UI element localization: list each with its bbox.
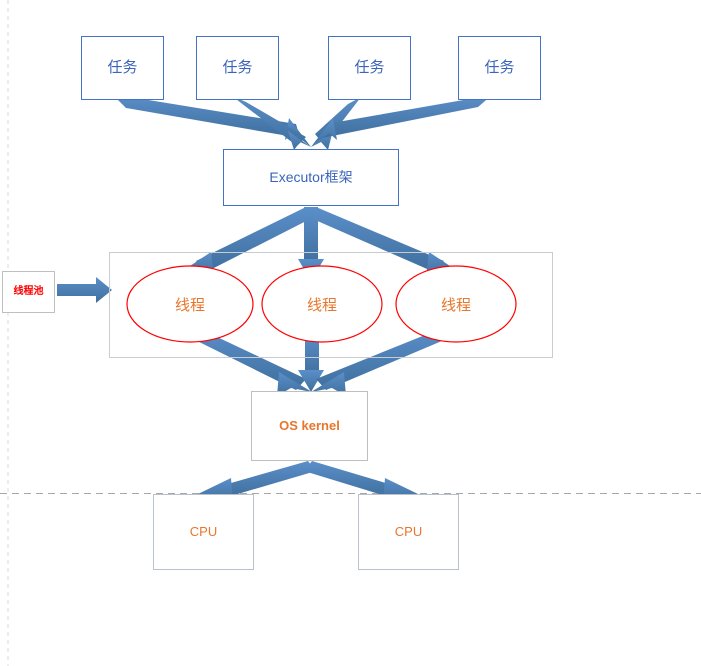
- thread-pool-tag-label: 线程池: [13, 286, 44, 297]
- thread-pool-tag-box[interactable]: 线程池: [2, 271, 55, 313]
- task-label-3: 任务: [354, 59, 385, 76]
- diagram-canvas: 任务 任务 任务 任务 Executor框架 线程池 线程 线程 线程 OS k…: [0, 0, 701, 666]
- os-kernel-box[interactable]: OS kernel: [251, 391, 368, 461]
- task-label-4: 任务: [484, 59, 515, 76]
- arrow-task1-to-executor: [112, 94, 311, 147]
- task-box-4[interactable]: 任务: [458, 36, 541, 100]
- task-label-1: 任务: [107, 59, 138, 76]
- task-label-2: 任务: [222, 59, 253, 76]
- arrow-pool-tag-to-group: [57, 277, 112, 303]
- task-box-2[interactable]: 任务: [196, 36, 279, 100]
- executor-framework-box[interactable]: Executor框架: [223, 149, 399, 206]
- executor-framework-label: Executor框架: [269, 169, 353, 186]
- thread-pool-group-box: [109, 252, 553, 358]
- os-kernel-label: OS kernel: [279, 418, 340, 434]
- task-box-1[interactable]: 任务: [81, 36, 164, 100]
- cpu-label-2: CPU: [394, 524, 423, 540]
- task-box-3[interactable]: 任务: [328, 36, 411, 100]
- cpu-box-2[interactable]: CPU: [358, 494, 459, 570]
- cpu-label-1: CPU: [189, 524, 218, 540]
- cpu-box-1[interactable]: CPU: [153, 494, 254, 570]
